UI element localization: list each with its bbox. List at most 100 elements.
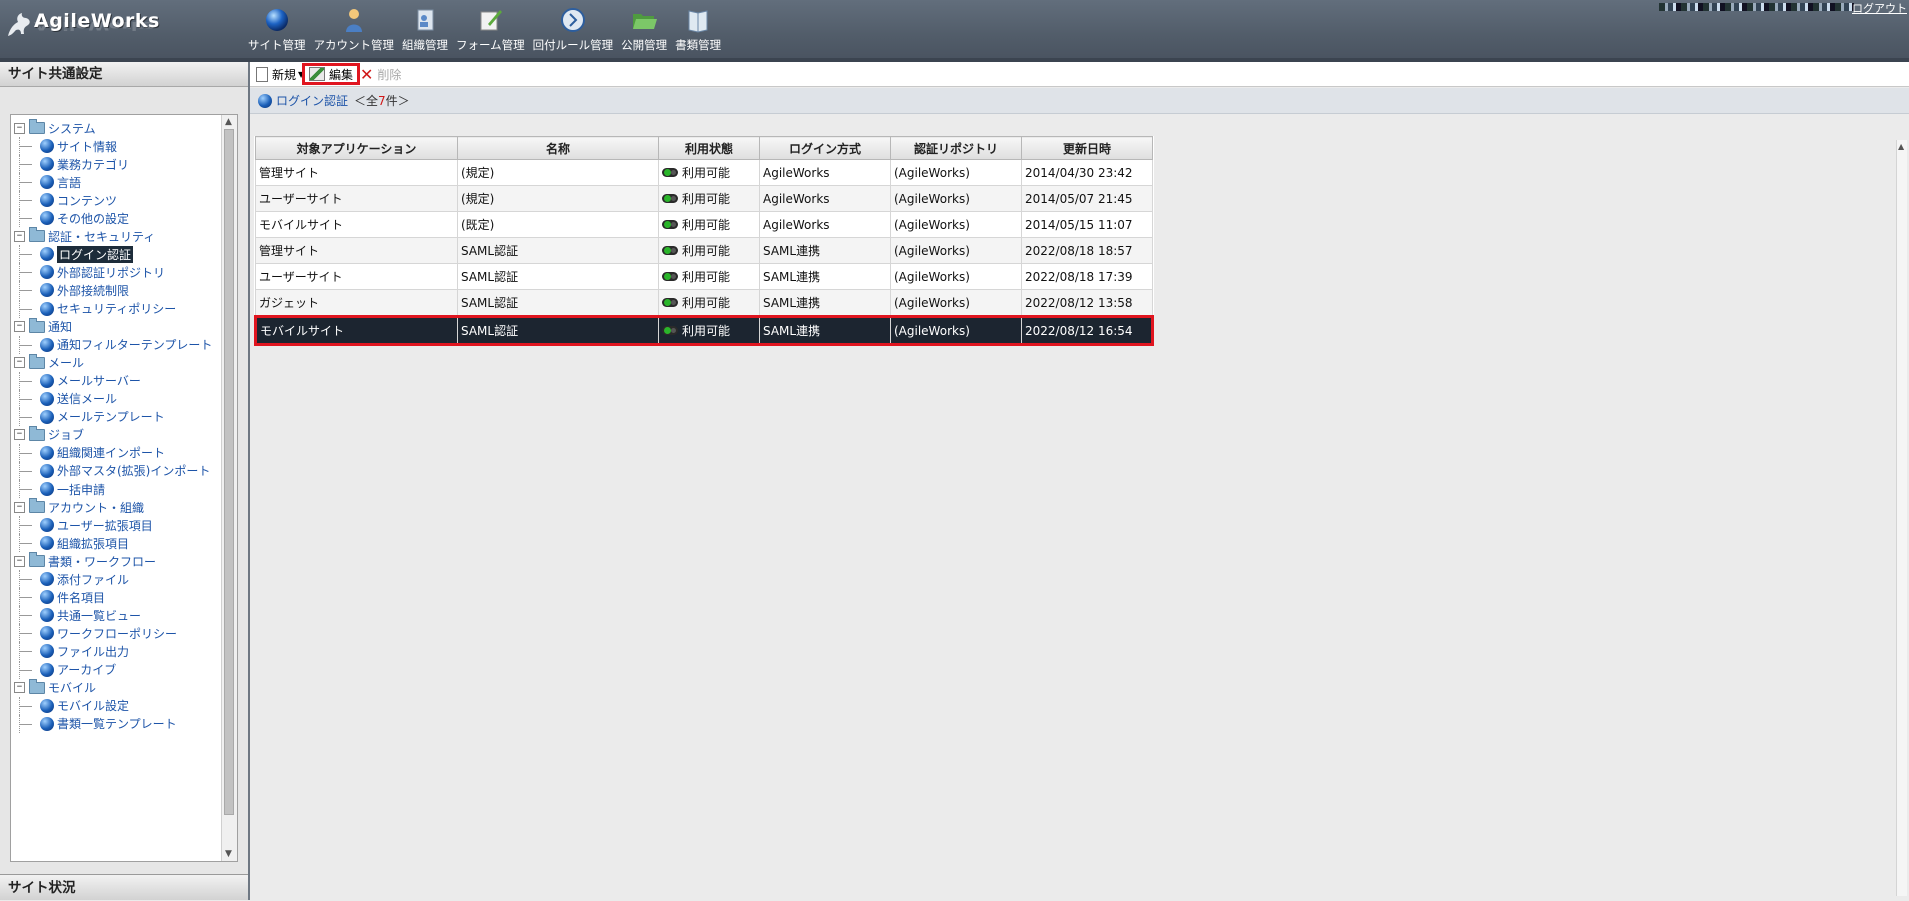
- col-header-updated-at[interactable]: 更新日時: [1021, 136, 1153, 160]
- tree-label[interactable]: 認証・セキュリティ: [48, 228, 155, 245]
- tree-category[interactable]: − ジョブ: [11, 425, 84, 444]
- tree-label[interactable]: システム: [48, 120, 96, 137]
- tree-label[interactable]: ファイル出力: [57, 643, 129, 660]
- tree-label[interactable]: アーカイブ: [57, 661, 116, 678]
- tree-item[interactable]: ワークフローポリシー: [11, 624, 177, 643]
- tree-item[interactable]: セキュリティポリシー: [11, 299, 176, 318]
- agileworks-logo[interactable]: AgileWorks AgileWorks: [4, 6, 174, 52]
- tree-item[interactable]: 言語: [11, 173, 81, 192]
- tree-item[interactable]: 共通一覧ビュー: [11, 606, 141, 625]
- collapse-icon[interactable]: −: [14, 357, 25, 369]
- tree-item[interactable]: 送信メール: [11, 389, 117, 408]
- tree-item[interactable]: 業務カテゴリ: [11, 155, 129, 174]
- tree-category[interactable]: − 通知: [11, 317, 72, 336]
- edit-button[interactable]: 編集: [302, 63, 361, 85]
- tree-item[interactable]: モバイル設定: [11, 696, 129, 715]
- tree-item[interactable]: ファイル出力: [11, 642, 129, 661]
- tree-label[interactable]: 添付ファイル: [57, 571, 129, 588]
- tree-item[interactable]: 外部接続制限: [11, 281, 129, 300]
- tree-item[interactable]: 件名項目: [11, 588, 105, 607]
- tree-label[interactable]: 外部認証リポジトリ: [57, 264, 165, 281]
- tree-label[interactable]: アカウント・組織: [48, 499, 144, 516]
- tree-item[interactable]: 外部認証リポジトリ: [11, 263, 165, 282]
- collapse-icon[interactable]: −: [14, 321, 25, 333]
- tree-item[interactable]: 組織拡張項目: [11, 534, 129, 553]
- site-status-title[interactable]: サイト状況: [0, 874, 248, 900]
- tree-label[interactable]: 通知フィルターテンプレート: [57, 336, 212, 353]
- tree-label[interactable]: 共通一覧ビュー: [57, 607, 141, 624]
- tree-category[interactable]: − モバイル: [11, 678, 96, 697]
- table-row[interactable]: 管理サイト SAML認証 利用可能 SAML連携 (AgileWorks) 2022/08…: [255, 237, 1153, 264]
- nav-organization-management[interactable]: 組織管理: [402, 6, 448, 54]
- tree-category[interactable]: − アカウント・組織: [11, 498, 144, 516]
- tree-label[interactable]: セキュリティポリシー: [57, 300, 176, 317]
- tree-category[interactable]: − システム: [11, 119, 96, 137]
- tree-label[interactable]: ユーザー拡張項目: [57, 517, 153, 534]
- tree-label[interactable]: コンテンツ: [57, 192, 117, 209]
- tree-item[interactable]: メールテンプレート: [11, 407, 165, 426]
- nav-publish-management[interactable]: 公開管理: [621, 6, 667, 54]
- scroll-up-icon[interactable]: ▲: [1898, 142, 1904, 151]
- tree-item[interactable]: 書類一覧テンプレート: [11, 714, 177, 733]
- tree-label[interactable]: ジョブ: [48, 426, 84, 443]
- col-header-name[interactable]: 名称: [457, 136, 659, 160]
- tree-label[interactable]: ワークフローポリシー: [57, 625, 177, 642]
- tree-item[interactable]: サイト情報: [11, 137, 117, 156]
- tree-category[interactable]: − 書類・ワークフロー: [11, 552, 156, 570]
- tree-item[interactable]: メールサーバー: [11, 371, 141, 390]
- table-row[interactable]: モバイルサイト SAML認証 利用可能 SAML連携 (AgileWorks) 2022/…: [254, 315, 1154, 346]
- nav-site-management[interactable]: サイト管理: [248, 6, 306, 54]
- tree-label[interactable]: 書類・ワークフロー: [48, 553, 156, 570]
- tree-item[interactable]: ユーザー拡張項目: [11, 516, 153, 535]
- delete-button[interactable]: ✕ 削除: [360, 64, 401, 84]
- collapse-icon[interactable]: −: [14, 230, 25, 242]
- collapse-icon[interactable]: −: [14, 429, 25, 441]
- tree-item[interactable]: 添付ファイル: [11, 570, 129, 589]
- table-row[interactable]: 管理サイト (規定) 利用可能 AgileWorks (AgileWorks) 2014/…: [255, 159, 1153, 186]
- scroll-thumb[interactable]: [224, 129, 234, 815]
- tree-label[interactable]: その他の設定: [57, 210, 129, 227]
- tree-label[interactable]: サイト情報: [57, 138, 117, 155]
- tree-category[interactable]: − メール: [11, 353, 84, 372]
- tree-category[interactable]: − 認証・セキュリティ: [11, 227, 155, 245]
- tree-label[interactable]: 書類一覧テンプレート: [57, 715, 177, 732]
- tree-label[interactable]: モバイル: [48, 679, 96, 696]
- col-header-login-method[interactable]: ログイン方式: [759, 136, 891, 160]
- tree-label[interactable]: 言語: [57, 174, 81, 191]
- tree-label[interactable]: 送信メール: [57, 390, 117, 407]
- scroll-down-icon[interactable]: ▼: [225, 849, 232, 859]
- page-title[interactable]: ログイン認証: [276, 92, 348, 109]
- tree-item[interactable]: 通知フィルターテンプレート: [11, 335, 212, 354]
- tree-label[interactable]: メールサーバー: [57, 372, 141, 389]
- tree-item[interactable]: 一括申請: [11, 480, 105, 498]
- nav-form-management[interactable]: フォーム管理: [456, 6, 525, 54]
- collapse-icon[interactable]: −: [14, 682, 25, 694]
- nav-document-management[interactable]: 書類管理: [675, 6, 721, 54]
- tree-item[interactable]: アーカイブ: [11, 660, 116, 679]
- tree-item[interactable]: 外部マスタ(拡張)インポート: [11, 461, 210, 480]
- col-header-status[interactable]: 利用状態: [658, 136, 760, 160]
- tree-item[interactable]: 組織関連インポート: [11, 443, 165, 462]
- main-scrollbar[interactable]: ▲: [1896, 140, 1907, 896]
- nav-route-rule-management[interactable]: 回付ルール管理: [533, 6, 613, 54]
- tree-label[interactable]: 外部接続制限: [57, 282, 129, 299]
- tree-label[interactable]: 外部マスタ(拡張)インポート: [57, 462, 210, 479]
- tree-item[interactable]: その他の設定: [11, 209, 129, 228]
- tree-label[interactable]: メール: [48, 354, 84, 371]
- scroll-up-icon[interactable]: ▲: [225, 117, 232, 127]
- tree-label[interactable]: 件名項目: [57, 589, 105, 606]
- tree-label[interactable]: 組織関連インポート: [57, 444, 165, 461]
- col-header-application[interactable]: 対象アプリケーション: [255, 136, 458, 160]
- new-button[interactable]: 新規 ▼: [256, 64, 304, 84]
- collapse-icon[interactable]: −: [14, 501, 25, 513]
- collapse-icon[interactable]: −: [14, 555, 25, 567]
- logout-link[interactable]: ログアウト: [1852, 0, 1907, 16]
- tree-scrollbar[interactable]: ▲ ▼: [221, 115, 237, 861]
- table-row[interactable]: ガジェット SAML認証 利用可能 SAML連携 (AgileWorks) 2022/08…: [255, 289, 1153, 317]
- col-header-auth-repository[interactable]: 認証リポジトリ: [890, 136, 1022, 160]
- table-row[interactable]: ユーザーサイト SAML認証 利用可能 SAML連携 (AgileWorks) 2022/…: [255, 263, 1153, 290]
- tree-label[interactable]: ログイン認証: [57, 245, 134, 263]
- tree-label[interactable]: 組織拡張項目: [57, 535, 129, 552]
- table-row[interactable]: モバイルサイト (既定) 利用可能 AgileWorks (AgileWorks) 201…: [255, 211, 1153, 238]
- table-row[interactable]: ユーザーサイト (規定) 利用可能 AgileWorks (AgileWorks) 201…: [255, 185, 1153, 212]
